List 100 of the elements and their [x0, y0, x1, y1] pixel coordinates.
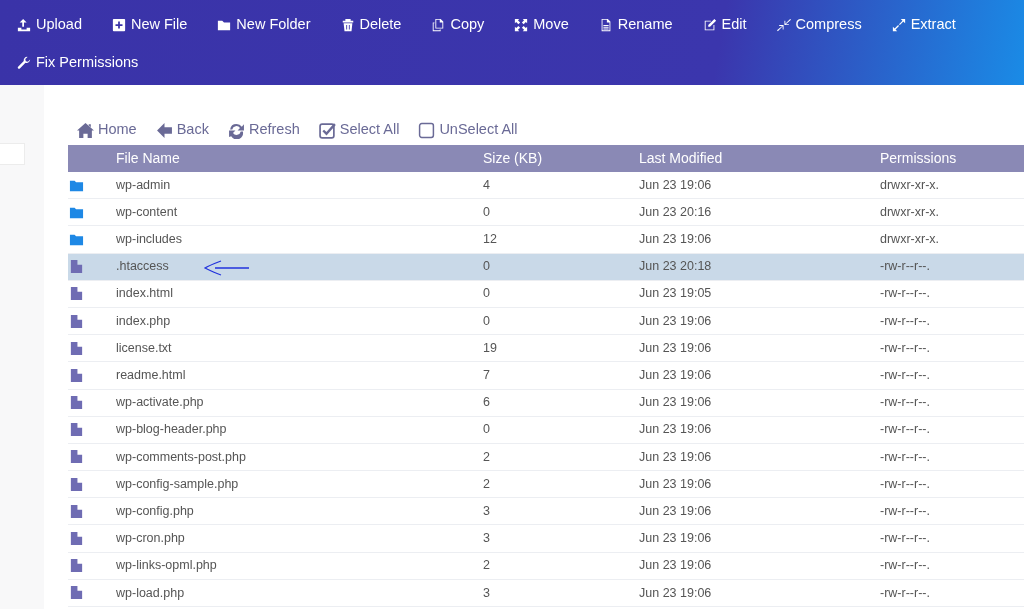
- table-cell-text: -rw-r--r--.: [880, 421, 930, 439]
- toolbar-button[interactable]: New Folder: [217, 14, 311, 36]
- edit-icon: [702, 17, 717, 32]
- nav-button[interactable]: Back: [155, 119, 209, 141]
- table-cell-text: 2: [483, 557, 490, 575]
- table-cell-text: -rw-r--r--.: [880, 475, 930, 493]
- file-icon: [69, 286, 84, 302]
- table-cell-text: -rw-r--r--.: [880, 339, 930, 357]
- table-cell-text: Jun 23 19:06: [639, 557, 712, 575]
- file-icon: [69, 449, 84, 465]
- table-cell-text: Jun 23 19:06: [639, 530, 712, 548]
- toolbar-button[interactable]: New File: [111, 14, 188, 36]
- home-icon: [77, 121, 94, 139]
- table-cell-text: Jun 23 19:06: [639, 339, 712, 357]
- table-cell-text: 3: [483, 584, 490, 602]
- table-cell-text: wp-activate.php: [116, 394, 204, 412]
- toolbar-button[interactable]: Edit: [702, 14, 747, 36]
- table-cell-text: wp-admin: [116, 176, 171, 194]
- table-cell-text: -rw-r--r--.: [880, 367, 930, 385]
- table-cell-text: Jun 23 20:18: [639, 258, 712, 276]
- wrench-icon: [17, 55, 31, 70]
- table-cell-text: -rw-r--r--.: [880, 530, 930, 548]
- table-cell-text: 6: [483, 394, 490, 412]
- table-cell-text: 2: [483, 448, 490, 466]
- empty-checkbox-icon: [418, 121, 436, 139]
- trash-icon: [340, 17, 355, 32]
- nav-button[interactable]: Refresh: [227, 119, 300, 141]
- table-cell-text: wp-blog-header.php: [116, 421, 227, 439]
- file-icon: [69, 422, 84, 438]
- table-cell-text: -rw-r--r--.: [880, 394, 930, 412]
- toolbar-button[interactable]: Rename: [598, 14, 673, 36]
- file-icon: [69, 259, 84, 275]
- table-cell-text: -rw-r--r--.: [880, 312, 930, 330]
- table-cell-text: wp-includes: [116, 231, 182, 249]
- table-cell-text: Jun 23 19:06: [639, 448, 712, 466]
- toolbar-button[interactable]: Upload: [17, 14, 82, 36]
- file-icon: [69, 476, 84, 492]
- file-icon: [69, 503, 84, 519]
- table-cell-text: -rw-r--r--.: [880, 584, 930, 602]
- toolbar-button[interactable]: Fix Permissions: [17, 51, 139, 74]
- table-cell-text: 0: [483, 312, 490, 330]
- hand-drawn-arrow: [203, 259, 251, 276]
- compress-icon: [776, 17, 791, 32]
- file-icon: [69, 340, 84, 356]
- table-cell-text: 3: [483, 502, 490, 520]
- table-cell-text: wp-cron.php: [116, 530, 185, 548]
- table-cell-text: wp-content: [116, 203, 178, 221]
- table-cell-text: -rw-r--r--.: [880, 448, 930, 466]
- table-cell-text: -rw-r--r--.: [880, 285, 930, 303]
- table-cell-text: wp-comments-post.php: [116, 448, 246, 466]
- table-cell-text: drwxr-xr-x.: [880, 176, 939, 194]
- table-cell-text: Jun 23 19:06: [639, 475, 712, 493]
- table-cell-text: 4: [483, 176, 490, 194]
- file-icon: [69, 313, 84, 329]
- move-arrows-icon: [514, 17, 529, 32]
- table-cell-text: 3: [483, 530, 490, 548]
- toolbar-button[interactable]: Move: [514, 14, 569, 36]
- table-cell-text: drwxr-xr-x.: [880, 203, 939, 221]
- table-cell-text: Jun 23 19:06: [639, 421, 712, 439]
- table-cell-text: index.php: [116, 312, 171, 330]
- table-cell-text: Jun 23 19:06: [639, 231, 712, 249]
- toolbar-button[interactable]: Copy: [431, 14, 485, 36]
- table-cell-text: index.html: [116, 285, 173, 303]
- toolbar-button[interactable]: Compress: [776, 14, 862, 36]
- table-cell-text: readme.html: [116, 367, 186, 385]
- table-cell-text: wp-config-sample.php: [116, 475, 239, 493]
- copy-icon: [431, 17, 446, 32]
- table-cell-text: license.txt: [116, 339, 172, 357]
- file-icon: [69, 558, 84, 574]
- file-icon: [69, 585, 84, 601]
- table-cell-text: Jun 23 19:05: [639, 285, 712, 303]
- back-arrow-icon: [155, 121, 173, 139]
- table-cell-text: -rw-r--r--.: [880, 557, 930, 575]
- checked-box-icon: [318, 121, 336, 139]
- expand-icon: [891, 17, 906, 32]
- table-cell-text: Jun 23 19:06: [639, 176, 712, 194]
- file-icon: [69, 531, 84, 547]
- refresh-icon: [227, 121, 245, 139]
- table-cell-text: .htaccess: [116, 258, 169, 276]
- table-cell-text: 2: [483, 475, 490, 493]
- table-cell-text: -rw-r--r--.: [880, 502, 930, 520]
- table-cell-text: 0: [483, 258, 490, 276]
- toolbar-button[interactable]: Delete: [340, 14, 402, 36]
- toolbar-button[interactable]: Extract: [891, 14, 956, 36]
- table-cell-text: 7: [483, 367, 490, 385]
- table-cell-text: 0: [483, 285, 490, 303]
- table-cell-text: 12: [483, 231, 497, 249]
- table-cell-text: Jun 23 19:06: [639, 312, 712, 330]
- table-cell-text: drwxr-xr-x.: [880, 231, 939, 249]
- table-cell-text: Jun 23 20:16: [639, 203, 712, 221]
- table-cell-text: 19: [483, 339, 497, 357]
- table-cell-text: 0: [483, 203, 490, 221]
- table-cell-text: Jun 23 19:06: [639, 502, 712, 520]
- nav-button[interactable]: UnSelect All: [418, 119, 518, 141]
- file-row[interactable]: .htaccess 0 Jun 23 20:18 -rw-r--r--.: [68, 253, 1024, 281]
- file-icon: [69, 395, 84, 411]
- table-cell-text: Jun 23 19:06: [639, 367, 712, 385]
- table-cell-text: wp-load.php: [116, 584, 185, 602]
- nav-button[interactable]: Select All: [318, 119, 400, 141]
- nav-button[interactable]: Home: [77, 119, 137, 141]
